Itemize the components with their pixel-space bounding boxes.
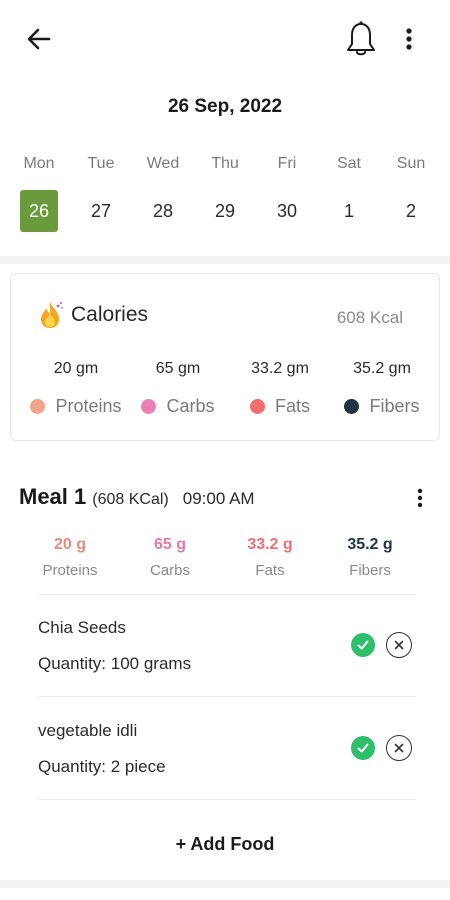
food-item: Chia Seeds Quantity: 100 grams <box>38 618 418 718</box>
day-number: 26 <box>20 190 58 232</box>
divider <box>38 799 416 800</box>
macro-value: 35.2 g <box>347 536 393 553</box>
macro-carbs: 65 g Carbs <box>120 536 220 579</box>
nutrient-label-row: Fibers <box>344 396 420 417</box>
day-number: 1 <box>343 201 354 221</box>
section-divider <box>0 256 450 264</box>
meal-kcal: (608 KCal) <box>92 491 169 508</box>
nutrient-summary: 20 gm Proteins 65 gm Carbs 33.2 gm Fats … <box>25 360 435 417</box>
macro-fibers: 35.2 g Fibers <box>320 536 420 579</box>
meal-options-button[interactable] <box>406 480 434 516</box>
nutrient-label: Fats <box>274 396 310 416</box>
day-name: Sun <box>396 155 426 172</box>
nutrient-carbs: 65 gm Carbs <box>127 360 229 417</box>
day-fri[interactable]: Fri 30 <box>256 150 318 232</box>
remove-food-button[interactable] <box>386 632 412 658</box>
confirm-food-button[interactable] <box>351 633 375 657</box>
meal-header: Meal 1 (608 KCal) 09:00 AM <box>19 484 255 510</box>
fats-dot-icon <box>249 399 265 414</box>
add-food-button[interactable]: + Add Food <box>0 834 450 855</box>
check-icon <box>357 743 369 753</box>
check-icon <box>357 640 369 650</box>
notifications-button[interactable] <box>338 16 384 62</box>
close-icon <box>394 743 404 753</box>
calories-title: Calories <box>71 303 149 326</box>
macro-value: 33.2 g <box>247 536 293 553</box>
calories-total: 608 Kcal <box>336 308 403 327</box>
nutrient-value: 33.2 gm <box>251 360 309 377</box>
day-number: 28 <box>152 201 174 221</box>
nutrient-value: 35.2 gm <box>353 360 411 377</box>
day-mon[interactable]: Mon 26 <box>8 150 70 232</box>
macro-label: Proteins <box>42 562 98 579</box>
calories-card: Calories 608 Kcal 20 gm Proteins 65 gm C… <box>10 273 440 441</box>
macro-fats: 33.2 g Fats <box>220 536 320 579</box>
calories-header: Calories <box>37 300 148 330</box>
nutrient-label-row: Fats <box>249 396 310 417</box>
food-item: vegetable idli Quantity: 2 piece <box>38 721 418 821</box>
nutrient-value: 20 gm <box>53 360 99 377</box>
food-name: Chia Seeds <box>38 618 126 637</box>
close-icon <box>394 640 404 650</box>
confirm-food-button[interactable] <box>351 736 375 760</box>
macro-label: Carbs <box>149 562 190 579</box>
day-name: Wed <box>146 155 180 172</box>
meal-time: 09:00 AM <box>182 489 255 508</box>
proteins-dot-icon <box>30 399 46 414</box>
day-sun[interactable]: Sun 2 <box>380 150 442 232</box>
nutrient-fibers: 35.2 gm Fibers <box>331 360 433 417</box>
day-thu[interactable]: Thu 29 <box>194 150 256 232</box>
meal-title: Meal 1 <box>19 484 87 509</box>
meal-macros: 20 g Proteins 65 g Carbs 33.2 g Fats 35.… <box>20 536 420 579</box>
food-quantity: Quantity: 100 grams <box>38 654 192 673</box>
day-number: 2 <box>405 201 416 221</box>
nutrient-label-row: Carbs <box>141 396 215 417</box>
day-name: Tue <box>87 155 115 172</box>
more-vertical-icon <box>406 28 412 50</box>
day-sat[interactable]: Sat 1 <box>318 150 380 232</box>
macro-value: 20 g <box>53 536 86 553</box>
day-tue[interactable]: Tue 27 <box>70 150 132 232</box>
day-number: 29 <box>214 201 236 221</box>
day-name: Sat <box>336 155 361 172</box>
bell-icon <box>347 21 375 56</box>
nutrient-label: Fibers <box>369 396 420 416</box>
nutrient-label: Proteins <box>55 396 122 416</box>
divider <box>38 696 416 697</box>
nutrient-fats: 33.2 gm Fats <box>229 360 331 417</box>
nutrient-label: Carbs <box>166 396 215 416</box>
remove-food-button[interactable] <box>386 735 412 761</box>
nutrient-value: 65 gm <box>155 360 201 377</box>
day-name: Thu <box>211 155 239 172</box>
fibers-dot-icon <box>344 399 360 414</box>
nutrient-proteins: 20 gm Proteins <box>25 360 127 417</box>
bottom-divider <box>0 880 450 888</box>
carbs-dot-icon <box>141 399 157 414</box>
macro-label: Fibers <box>349 562 391 579</box>
back-button[interactable] <box>18 18 60 60</box>
food-name: vegetable idli <box>38 721 138 740</box>
day-name: Fri <box>277 155 297 172</box>
day-wed[interactable]: Wed 28 <box>132 150 194 232</box>
arrow-left-icon <box>27 28 51 50</box>
more-options-button[interactable] <box>394 18 424 60</box>
week-strip: Mon 26 Tue 27 Wed 28 Thu 29 Fri 30 Sat 1… <box>8 150 442 232</box>
fire-icon <box>41 302 63 328</box>
nutrient-label-row: Proteins <box>30 396 122 417</box>
macro-value: 65 g <box>153 536 186 553</box>
macro-label: Fats <box>255 562 285 579</box>
food-quantity: Quantity: 2 piece <box>38 757 166 776</box>
day-name: Mon <box>23 155 55 172</box>
day-number: 27 <box>90 201 112 221</box>
selected-date-title: 26 Sep, 2022 <box>167 96 283 117</box>
more-vertical-icon <box>417 488 423 508</box>
top-bar <box>0 0 450 80</box>
macro-proteins: 20 g Proteins <box>20 536 120 579</box>
day-number: 30 <box>276 201 298 221</box>
divider <box>38 594 416 595</box>
